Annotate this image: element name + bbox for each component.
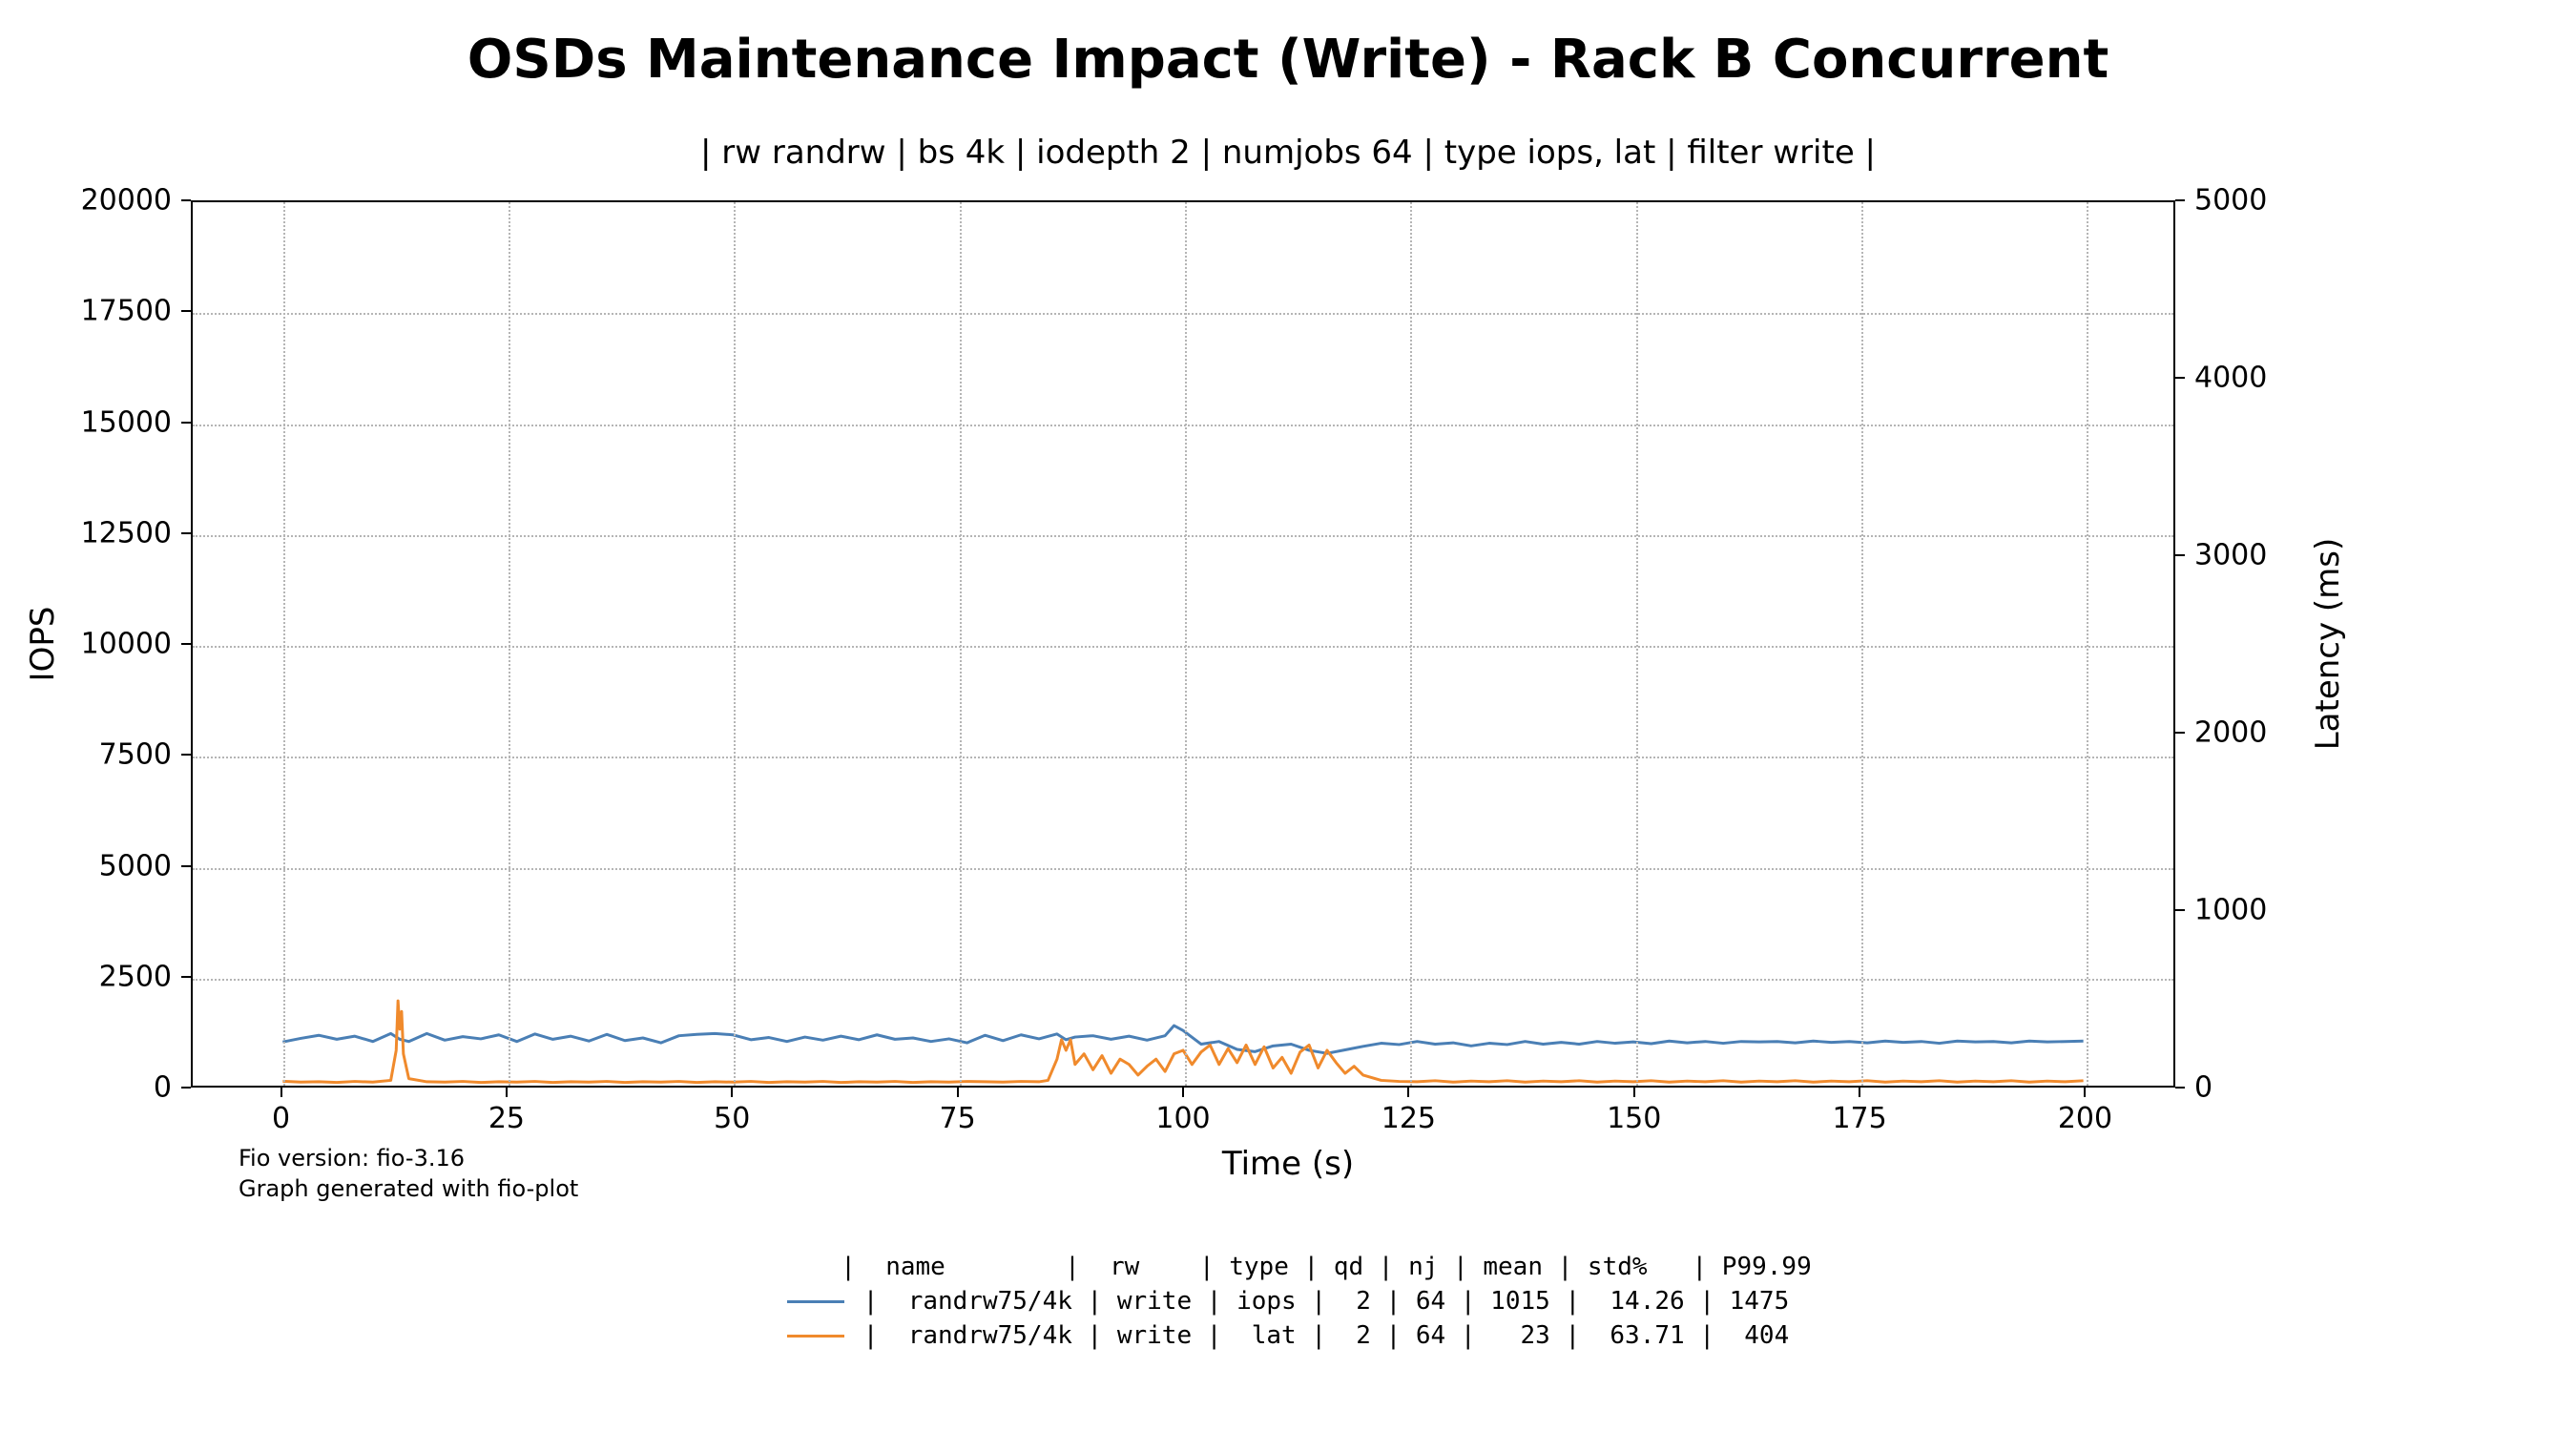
ytick-left-label: 15000 [57,405,172,439]
grid-v-line [734,202,736,1086]
tick-mark [731,1088,733,1097]
chart-subtitle: | rw randrw | bs 4k | iodepth 2 | numjob… [0,134,2576,172]
ytick-right-label: 3000 [2194,539,2309,572]
ytick-left-label: 2500 [57,960,172,993]
legend-swatch [787,1335,844,1338]
tick-mark [506,1088,508,1097]
tick-mark [2175,1087,2185,1089]
y-axis-left-label: IOPS [24,607,62,682]
ytick-left-label: 7500 [57,738,172,772]
grid-h-line [193,313,2173,315]
tick-mark [2084,1088,2086,1097]
xtick-label: 125 [1381,1102,1436,1135]
chart-canvas: OSDs Maintenance Impact (Write) - Rack B… [0,0,2576,1431]
grid-h-line [193,868,2173,870]
legend-row: | randrw75/4k | write | iops | 2 | 64 | … [0,1284,2576,1318]
legend-text: | randrw75/4k | write | lat | 2 | 64 | 2… [863,1321,1790,1350]
xtick-label: 100 [1155,1102,1210,1135]
xtick-label: 150 [1607,1102,1661,1135]
legend-row: | name | rw | type | qd | nj | mean | st… [0,1250,2576,1284]
tick-mark [1859,1088,1860,1097]
ytick-left-label: 0 [57,1071,172,1105]
tick-mark [181,1087,191,1089]
ytick-right-label: 5000 [2194,184,2309,218]
grid-h-line [193,979,2173,981]
tick-mark [957,1088,959,1097]
tick-mark [2175,377,2185,379]
tick-mark [2175,909,2185,911]
xtick-label: 200 [2058,1102,2112,1135]
tick-mark [2175,554,2185,556]
tick-mark [1633,1088,1635,1097]
tick-mark [1407,1088,1409,1097]
plot-lines-svg [193,202,2173,1086]
plot-area [191,200,2175,1088]
legend-text: | randrw75/4k | write | iops | 2 | 64 | … [863,1287,1790,1316]
xtick-label: 175 [1832,1102,1886,1135]
tick-mark [181,865,191,867]
tick-mark [181,310,191,312]
xtick-label: 75 [940,1102,976,1135]
legend: | name | rw | type | qd | nj | mean | st… [0,1250,2576,1353]
ytick-left-label: 20000 [57,184,172,218]
ytick-left-label: 5000 [57,849,172,882]
tick-mark [2175,732,2185,734]
ytick-left-label: 10000 [57,628,172,661]
xtick-label: 50 [714,1102,750,1135]
chart-title: OSDs Maintenance Impact (Write) - Rack B… [0,29,2576,91]
grid-v-line [1185,202,1187,1086]
ytick-left-label: 12500 [57,516,172,550]
ytick-right-label: 0 [2194,1071,2309,1105]
tick-mark [181,422,191,424]
footnote-generator: Graph generated with fio-plot [239,1175,578,1202]
grid-h-line [193,646,2173,648]
tick-mark [181,643,191,645]
ytick-right-label: 4000 [2194,362,2309,395]
tick-mark [1182,1088,1184,1097]
xtick-label: 25 [488,1102,525,1135]
tick-mark [181,976,191,978]
y-axis-right-label: Latency (ms) [2309,538,2347,751]
tick-mark [181,532,191,534]
grid-h-line [193,535,2173,537]
ytick-right-label: 1000 [2194,894,2309,927]
grid-v-line [509,202,510,1086]
legend-swatch [764,1266,821,1269]
grid-v-line [1410,202,1412,1086]
grid-v-line [1861,202,1863,1086]
grid-v-line [283,202,285,1086]
grid-h-line [193,757,2173,758]
ytick-left-label: 17500 [57,295,172,328]
tick-mark [2175,199,2185,201]
legend-text: | name | rw | type | qd | nj | mean | st… [841,1253,1811,1281]
grid-v-line [2087,202,2088,1086]
tick-mark [181,754,191,756]
tick-mark [280,1088,282,1097]
grid-v-line [960,202,962,1086]
ytick-right-label: 2000 [2194,716,2309,750]
grid-v-line [1636,202,1638,1086]
legend-swatch [787,1300,844,1303]
legend-row: | randrw75/4k | write | lat | 2 | 64 | 2… [0,1318,2576,1353]
grid-h-line [193,425,2173,426]
tick-mark [181,199,191,201]
xtick-label: 0 [272,1102,290,1135]
footnote-fio-version: Fio version: fio-3.16 [239,1145,465,1172]
